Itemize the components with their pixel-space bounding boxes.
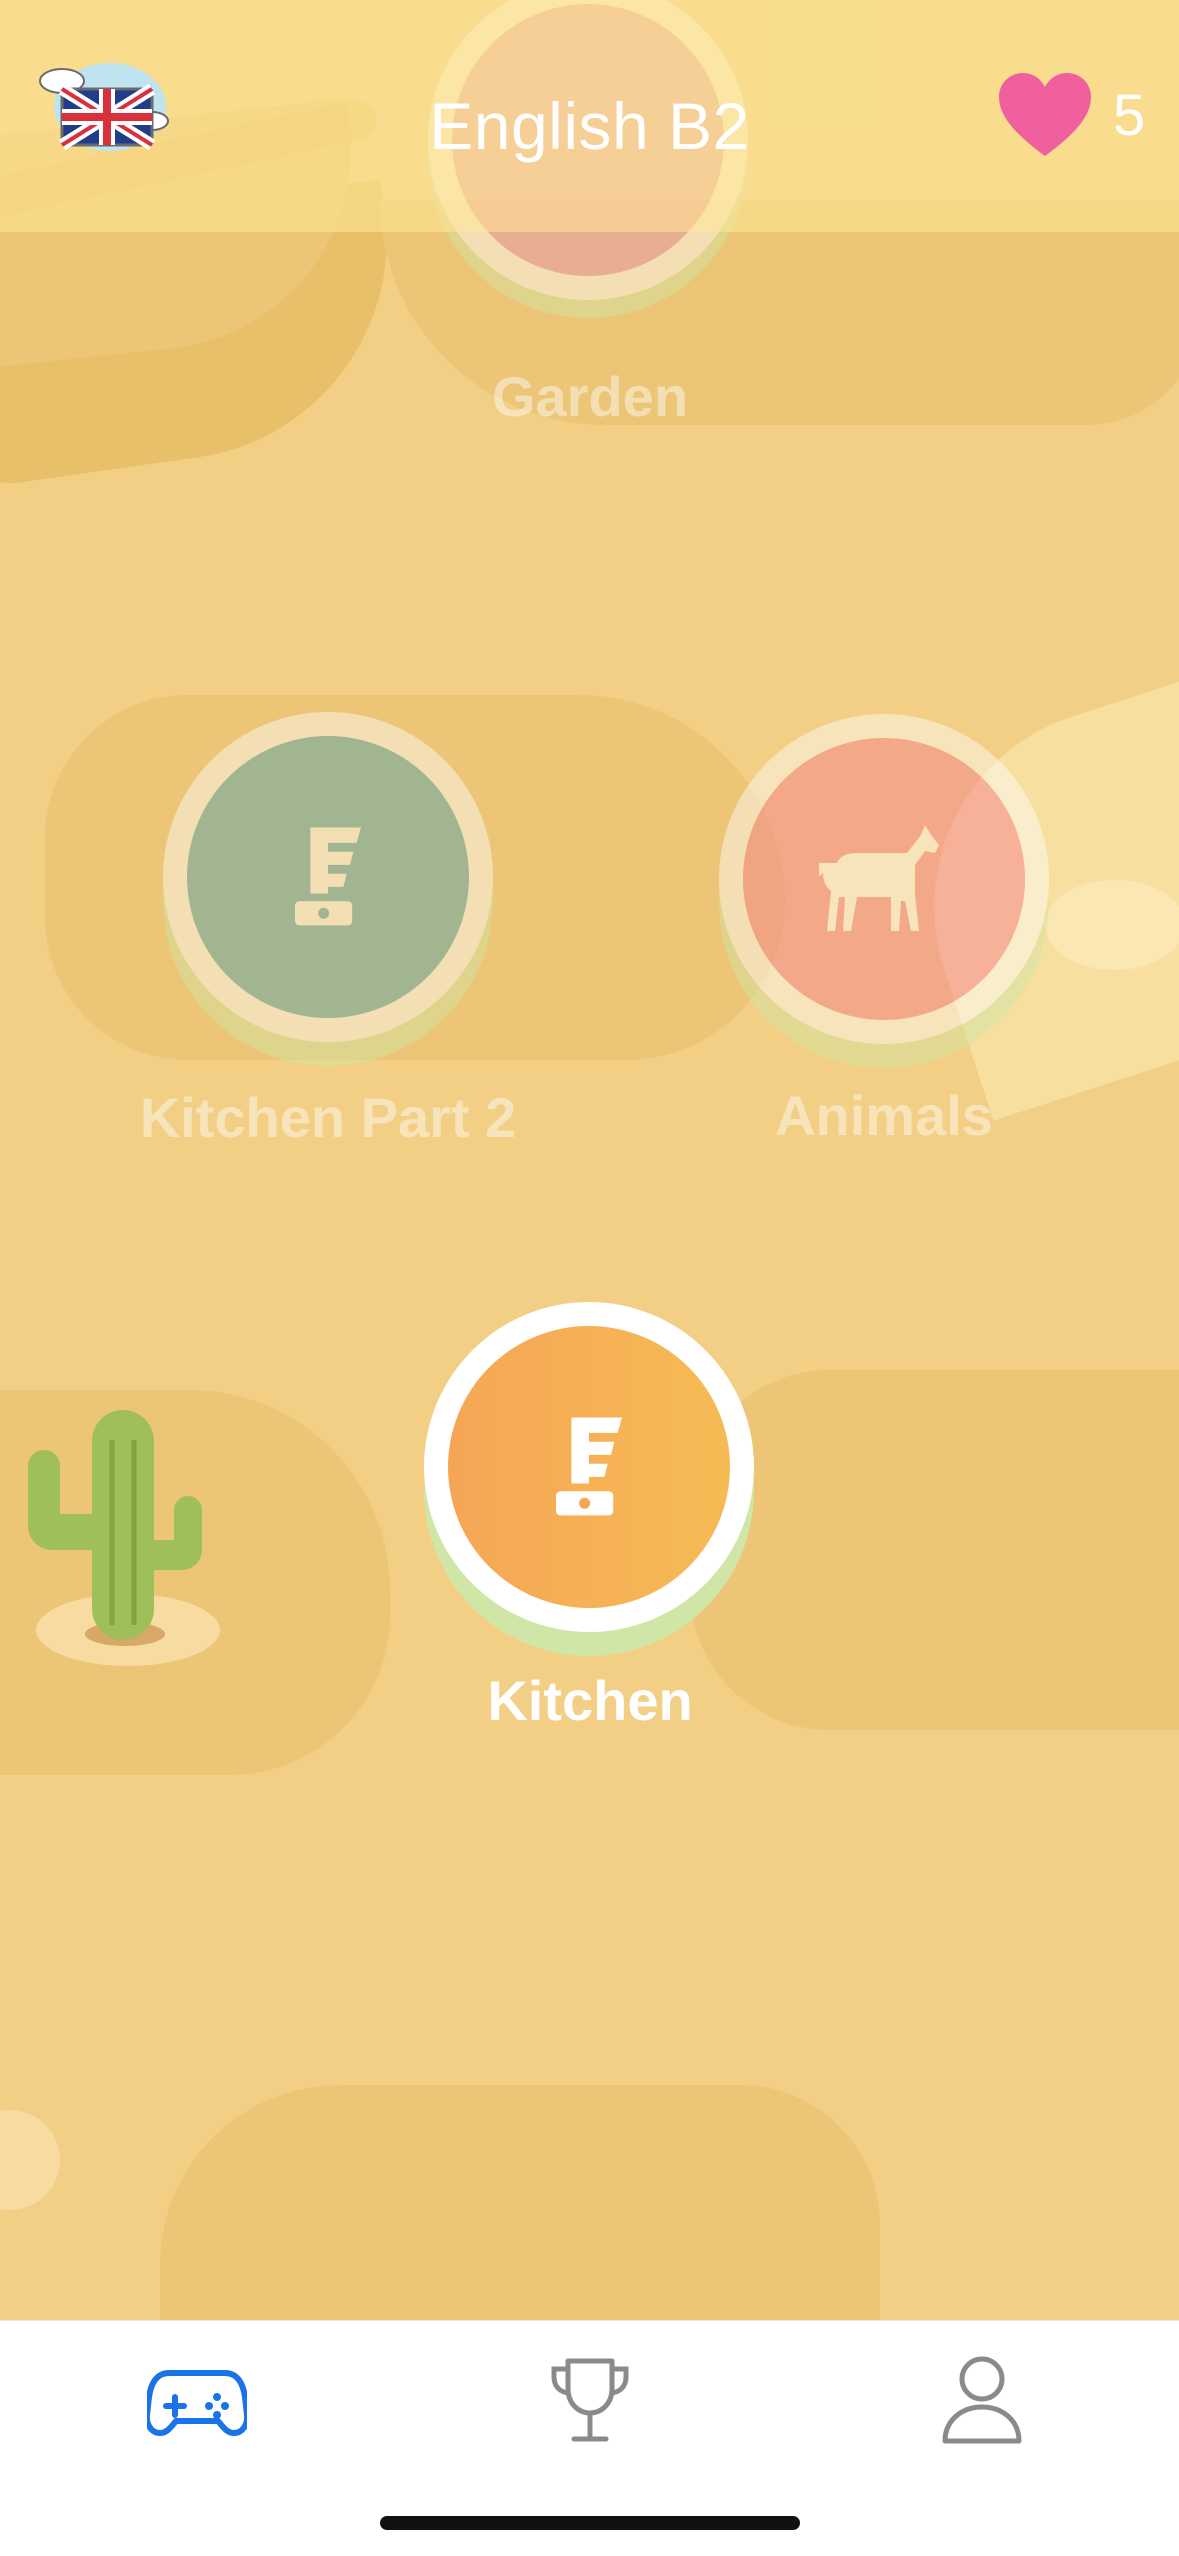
level-disk [448, 1326, 730, 1608]
cactus-decoration [10, 1400, 230, 1680]
tab-games[interactable] [137, 2351, 257, 2451]
blender-icon [284, 827, 361, 926]
level-label-kitchen-part-2: Kitchen Part 2 [139, 1086, 517, 1149]
level-node-animals[interactable] [719, 714, 1049, 1074]
home-indicator[interactable] [380, 2516, 800, 2530]
lives-count: 5 [1113, 83, 1146, 148]
map-path-shape [160, 2085, 880, 2320]
tab-leaderboard[interactable] [530, 2351, 650, 2451]
gamepad-icon [147, 2370, 247, 2436]
level-label-kitchen: Kitchen [487, 1669, 693, 1732]
map-rock [1045, 880, 1179, 970]
tab-profile[interactable] [922, 2351, 1042, 2451]
heart-icon [999, 73, 1091, 156]
level-disk [187, 736, 469, 1018]
level-label-garden: Garden [491, 365, 689, 428]
map-rock [0, 2110, 60, 2210]
person-icon [942, 2356, 1022, 2444]
level-disk [743, 738, 1025, 1020]
lives-button[interactable] [995, 70, 1095, 160]
blender-icon [545, 1417, 622, 1516]
level-node-kitchen[interactable] [424, 1302, 754, 1662]
level-label-animals: Animals [775, 1084, 993, 1147]
app-screen: Garden Kitchen Part 2 Animals Kitchen En… [0, 0, 1179, 2556]
level-map[interactable]: Garden Kitchen Part 2 Animals Kitchen [0, 0, 1179, 2320]
level-node-kitchen-part-2[interactable] [163, 712, 493, 1072]
horse-icon [819, 825, 939, 931]
trophy-icon [551, 2358, 629, 2442]
top-bar: English B2 5 [0, 0, 1179, 232]
